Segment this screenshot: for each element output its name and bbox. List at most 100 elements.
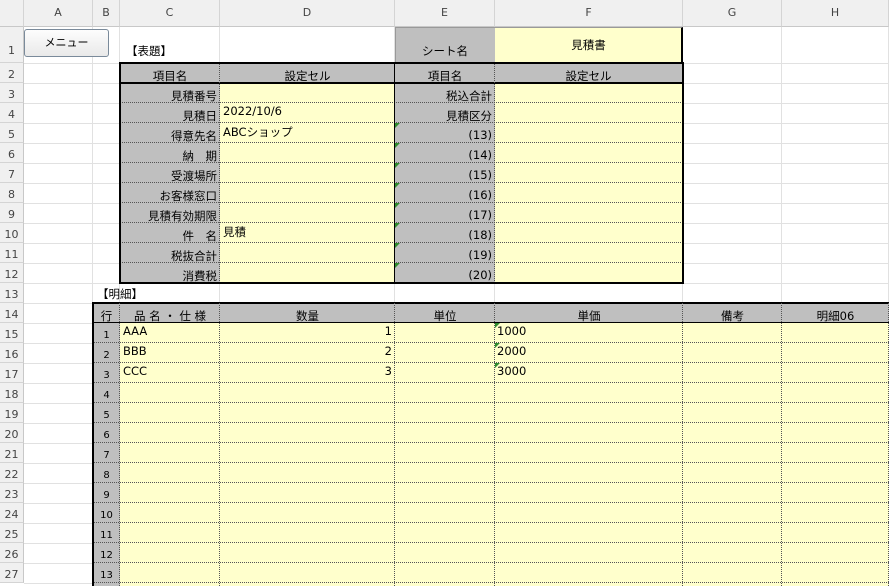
header-item-value[interactable]: ABCショップ bbox=[223, 124, 393, 140]
detail-item-qty[interactable]: 1 bbox=[222, 324, 392, 338]
row-header-27[interactable]: 27 bbox=[0, 563, 24, 583]
comment-indicator bbox=[495, 323, 500, 328]
comment-indicator bbox=[395, 143, 400, 148]
column-header-d[interactable]: D bbox=[220, 0, 395, 27]
detail-item-price[interactable]: 3000 bbox=[497, 364, 677, 378]
column-header-g[interactable]: G bbox=[683, 0, 782, 27]
header-item-label: 件 名 bbox=[182, 229, 218, 243]
detail-dotted-row bbox=[93, 462, 889, 463]
row-header-11[interactable]: 11 bbox=[0, 243, 24, 263]
header-item-label: 受渡場所 bbox=[171, 169, 217, 183]
header-title: 【表題】 bbox=[126, 44, 172, 58]
detail-dotted-row bbox=[93, 362, 889, 363]
detail-row-number: 6 bbox=[103, 430, 110, 441]
header-item-label: (15) bbox=[468, 168, 492, 182]
row-header-7[interactable]: 7 bbox=[0, 163, 24, 183]
header-item-label: 見積区分 bbox=[446, 109, 492, 123]
column-header-f[interactable]: F bbox=[495, 0, 683, 27]
header-item-label: (14) bbox=[468, 148, 492, 162]
row-header-25[interactable]: 25 bbox=[0, 523, 24, 543]
row-header-13[interactable]: 13 bbox=[0, 283, 24, 303]
row-header-26[interactable]: 26 bbox=[0, 543, 24, 563]
detail-dotted-row bbox=[93, 522, 889, 523]
row-header-15[interactable]: 15 bbox=[0, 323, 24, 343]
detail-row-number: 12 bbox=[100, 550, 113, 561]
detail-item-qty[interactable]: 2 bbox=[222, 344, 392, 358]
header-item-value[interactable]: 見積 bbox=[223, 224, 393, 240]
detail-dotted-row bbox=[93, 402, 889, 403]
detail-row-number: 9 bbox=[103, 490, 110, 501]
detail-dotted-row bbox=[93, 382, 889, 383]
row-header-23[interactable]: 23 bbox=[0, 483, 24, 503]
row-header-20[interactable]: 20 bbox=[0, 423, 24, 443]
row-header-6[interactable]: 6 bbox=[0, 143, 24, 163]
comment-indicator bbox=[495, 363, 500, 368]
column-header-e[interactable]: E bbox=[395, 0, 495, 27]
detail-row-number: 7 bbox=[103, 450, 110, 461]
detail-dotted-col bbox=[781, 303, 782, 586]
row-header-9[interactable]: 9 bbox=[0, 203, 24, 223]
select-all-corner[interactable] bbox=[0, 0, 24, 27]
column-header-h[interactable]: H bbox=[782, 0, 889, 27]
detail-dotted-row bbox=[93, 482, 889, 483]
comment-indicator bbox=[395, 263, 400, 268]
detail-dotted-row bbox=[93, 342, 889, 343]
detail-row-number: 8 bbox=[103, 470, 110, 481]
row-header-18[interactable]: 18 bbox=[0, 383, 24, 403]
header-item-label: 納 期 bbox=[182, 149, 218, 163]
row-header-19[interactable]: 19 bbox=[0, 403, 24, 423]
detail-item-name[interactable]: CCC bbox=[123, 364, 218, 378]
row-header-10[interactable]: 10 bbox=[0, 223, 24, 243]
detail-header-0: 行 bbox=[100, 309, 113, 323]
header-item-label: (16) bbox=[468, 188, 492, 202]
detail-row-number: 13 bbox=[100, 570, 113, 581]
row-header-16[interactable]: 16 bbox=[0, 343, 24, 363]
comment-indicator bbox=[395, 203, 400, 208]
comment-indicator bbox=[395, 243, 400, 248]
column-header-c[interactable]: C bbox=[120, 0, 220, 27]
detail-dotted-col bbox=[682, 303, 683, 586]
detail-item-name[interactable]: BBB bbox=[123, 344, 218, 358]
detail-item-qty[interactable]: 3 bbox=[222, 364, 392, 378]
header-item-label: 税込合計 bbox=[446, 89, 492, 103]
detail-item-price[interactable]: 1000 bbox=[497, 324, 677, 338]
row-header-2[interactable]: 2 bbox=[0, 63, 24, 83]
header-item-label: 見積日 bbox=[182, 109, 218, 123]
detail-header-6: 明細06 bbox=[816, 309, 855, 323]
header-item-label: (18) bbox=[468, 228, 492, 242]
header-item-label: (13) bbox=[468, 128, 492, 142]
header-item-label: お客様窓口 bbox=[159, 189, 218, 203]
row-header-17[interactable]: 17 bbox=[0, 363, 24, 383]
header-item-label: 税抜合計 bbox=[171, 249, 217, 263]
header-item-label: 見積番号 bbox=[171, 89, 217, 103]
detail-dotted-col bbox=[119, 303, 120, 586]
detail-title: 【明細】 bbox=[97, 287, 143, 301]
row-header-12[interactable]: 12 bbox=[0, 263, 24, 283]
row-header-21[interactable]: 21 bbox=[0, 443, 24, 463]
detail-row-number: 11 bbox=[100, 530, 113, 541]
detail-dotted-row bbox=[93, 422, 889, 423]
row-header-24[interactable]: 24 bbox=[0, 503, 24, 523]
detail-header-2: 数量 bbox=[296, 309, 319, 323]
row-header-3[interactable]: 3 bbox=[0, 83, 24, 103]
row-header-8[interactable]: 8 bbox=[0, 183, 24, 203]
comment-indicator bbox=[395, 163, 400, 168]
detail-dotted-row bbox=[93, 442, 889, 443]
menu-button[interactable]: メニュー bbox=[24, 29, 109, 57]
detail-dotted-row bbox=[93, 542, 889, 543]
row-header-14[interactable]: 14 bbox=[0, 303, 24, 323]
detail-dotted-row bbox=[93, 502, 889, 503]
detail-item-price[interactable]: 2000 bbox=[497, 344, 677, 358]
row-header-1[interactable]: 1 bbox=[0, 27, 24, 63]
detail-row-number: 10 bbox=[100, 510, 113, 521]
row-header-4[interactable]: 4 bbox=[0, 103, 24, 123]
detail-item-name[interactable]: AAA bbox=[123, 324, 218, 338]
detail-dotted-col bbox=[219, 303, 220, 586]
row-header-22[interactable]: 22 bbox=[0, 463, 24, 483]
column-header-a[interactable]: A bbox=[24, 0, 93, 27]
column-header-b[interactable]: B bbox=[93, 0, 120, 27]
row-header-5[interactable]: 5 bbox=[0, 123, 24, 143]
header-item-value[interactable]: 2022/10/6 bbox=[223, 104, 393, 118]
detail-row-number: 1 bbox=[103, 330, 110, 341]
header-item-label: (20) bbox=[468, 268, 492, 282]
